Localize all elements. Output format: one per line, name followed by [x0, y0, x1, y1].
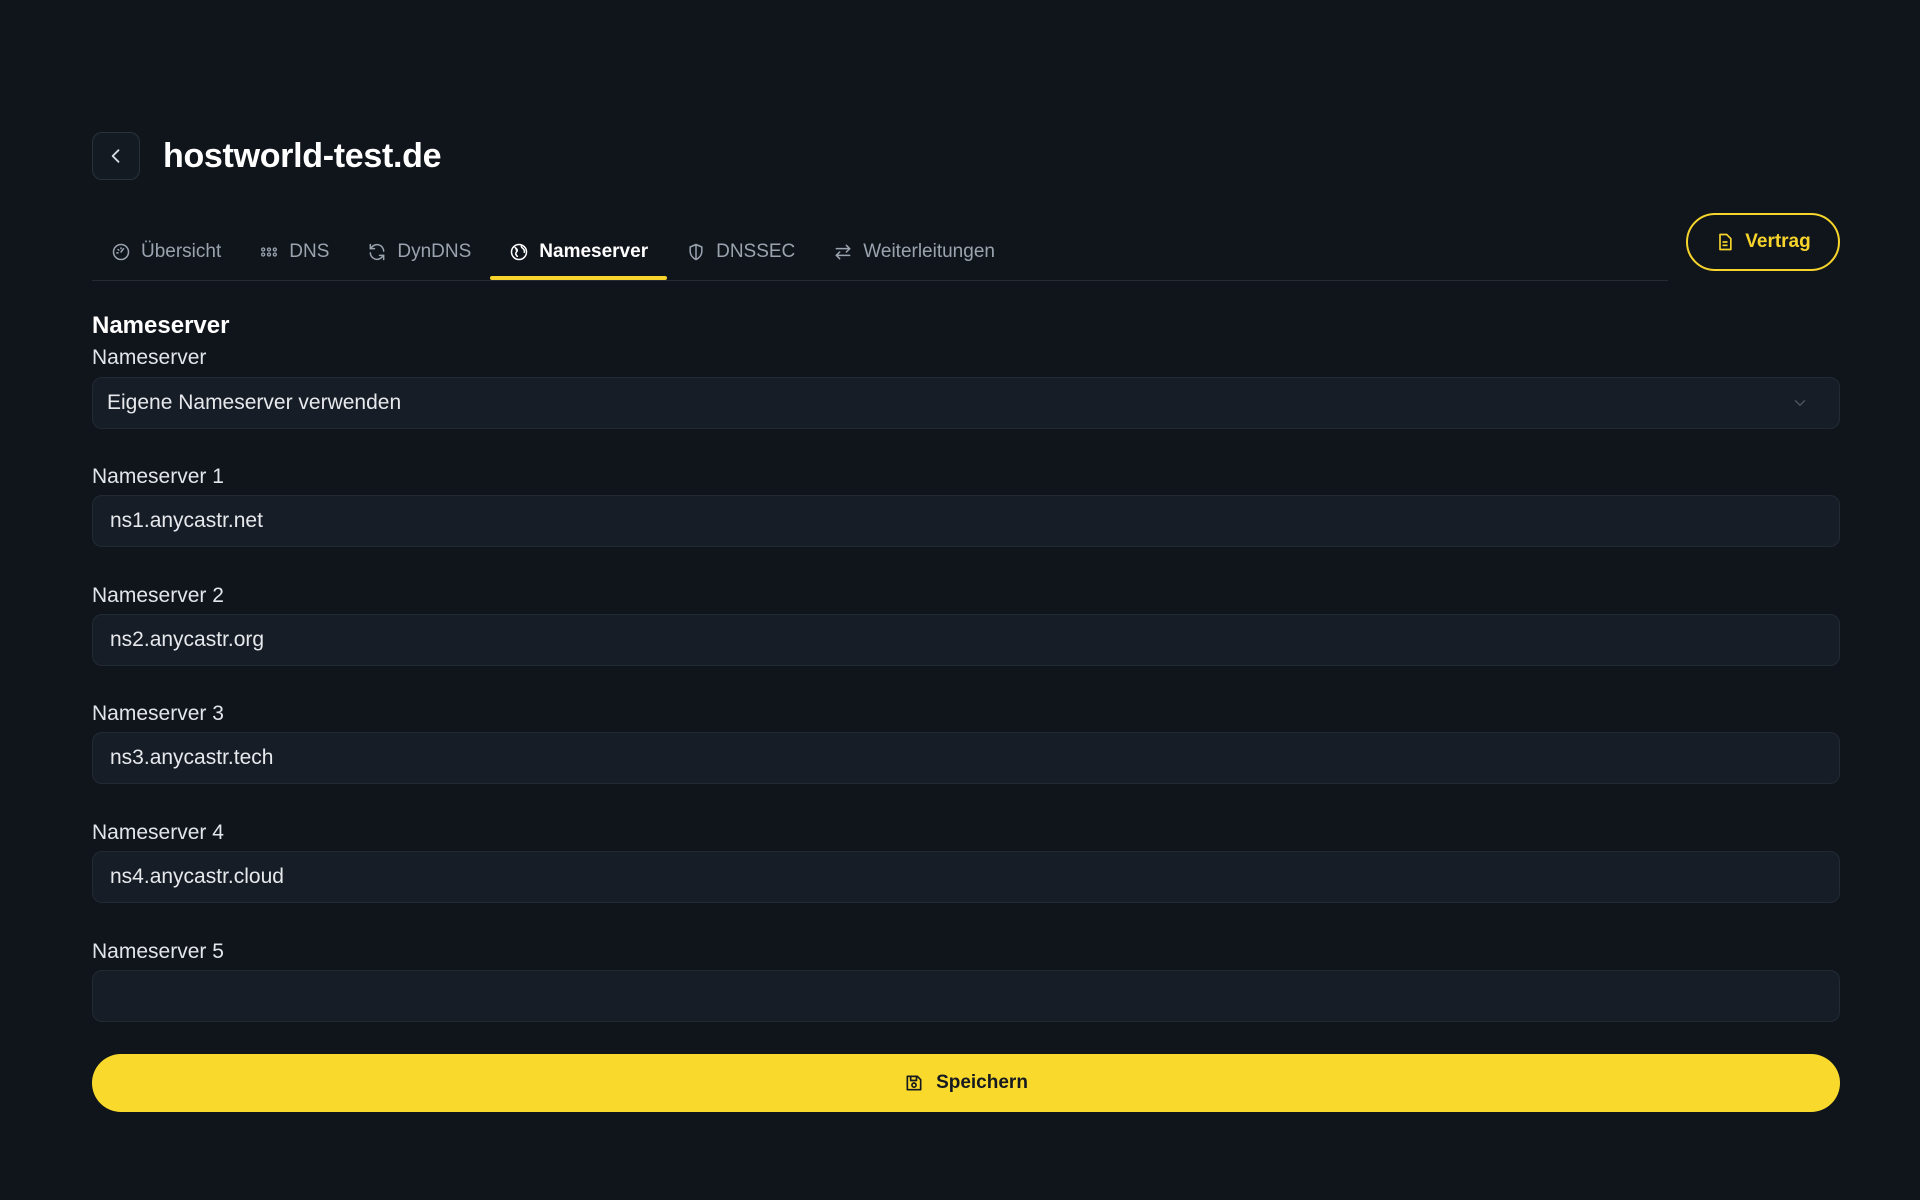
tab-label: Nameserver — [539, 241, 649, 262]
nameserver-3-input[interactable] — [92, 732, 1840, 784]
refresh-icon — [369, 243, 385, 261]
section-title: Nameserver — [92, 312, 230, 339]
page-title: hostworld-test.de — [163, 137, 442, 175]
tab-dnssec[interactable]: DNSSEC — [667, 226, 814, 278]
tab-redirects[interactable]: Weiterleitungen — [814, 226, 1014, 278]
tab-label: Weiterleitungen — [863, 241, 995, 262]
nameserver-mode-value: Eigene Nameserver verwenden — [107, 391, 402, 414]
arrows-swap-icon — [835, 244, 851, 260]
save-button[interactable]: Speichern — [92, 1054, 1840, 1112]
document-icon — [1719, 233, 1732, 251]
tab-label: DynDNS — [397, 241, 472, 262]
chevron-left-icon — [111, 149, 120, 163]
tab-label: DNSSEC — [716, 241, 796, 262]
tab-label: Übersicht — [141, 241, 222, 262]
nameserver-5-input[interactable] — [92, 970, 1840, 1022]
nameserver-4-label: Nameserver 4 — [92, 821, 224, 844]
tab-dns[interactable]: DNS — [240, 226, 348, 278]
gauge-icon — [112, 243, 130, 261]
chevron-down-icon — [1794, 400, 1806, 406]
tab-nameserver[interactable]: Nameserver — [490, 226, 667, 280]
back-button[interactable] — [92, 132, 140, 180]
save-button-label: Speichern — [936, 1072, 1028, 1093]
contract-button-label: Vertrag — [1745, 231, 1811, 252]
tab-bar: Übersicht DNS DynDNS Nameserver DNSSEC W… — [92, 226, 1668, 281]
nameserver-2-label: Nameserver 2 — [92, 584, 224, 607]
nameserver-mode-select[interactable]: Eigene Nameserver verwenden — [92, 377, 1840, 429]
nameserver-5-label: Nameserver 5 — [92, 940, 224, 963]
globe-icon — [511, 243, 528, 261]
shield-icon — [689, 243, 703, 261]
tab-dyndns[interactable]: DynDNS — [348, 226, 490, 278]
nameserver-1-label: Nameserver 1 — [92, 465, 224, 488]
nameserver-1-input[interactable] — [92, 495, 1840, 547]
save-icon — [906, 1075, 922, 1091]
nameserver-4-input[interactable] — [92, 851, 1840, 903]
grid-dots-icon — [261, 247, 278, 257]
contract-button[interactable]: Vertrag — [1686, 213, 1840, 271]
nameserver-3-label: Nameserver 3 — [92, 702, 224, 725]
nameserver-mode-label: Nameserver — [92, 346, 207, 369]
page: hostworld-test.de Übersicht DNS DynDNS N… — [0, 0, 1920, 1200]
tab-overview[interactable]: Übersicht — [92, 226, 240, 278]
nameserver-2-input[interactable] — [92, 614, 1840, 666]
tab-label: DNS — [289, 241, 330, 262]
